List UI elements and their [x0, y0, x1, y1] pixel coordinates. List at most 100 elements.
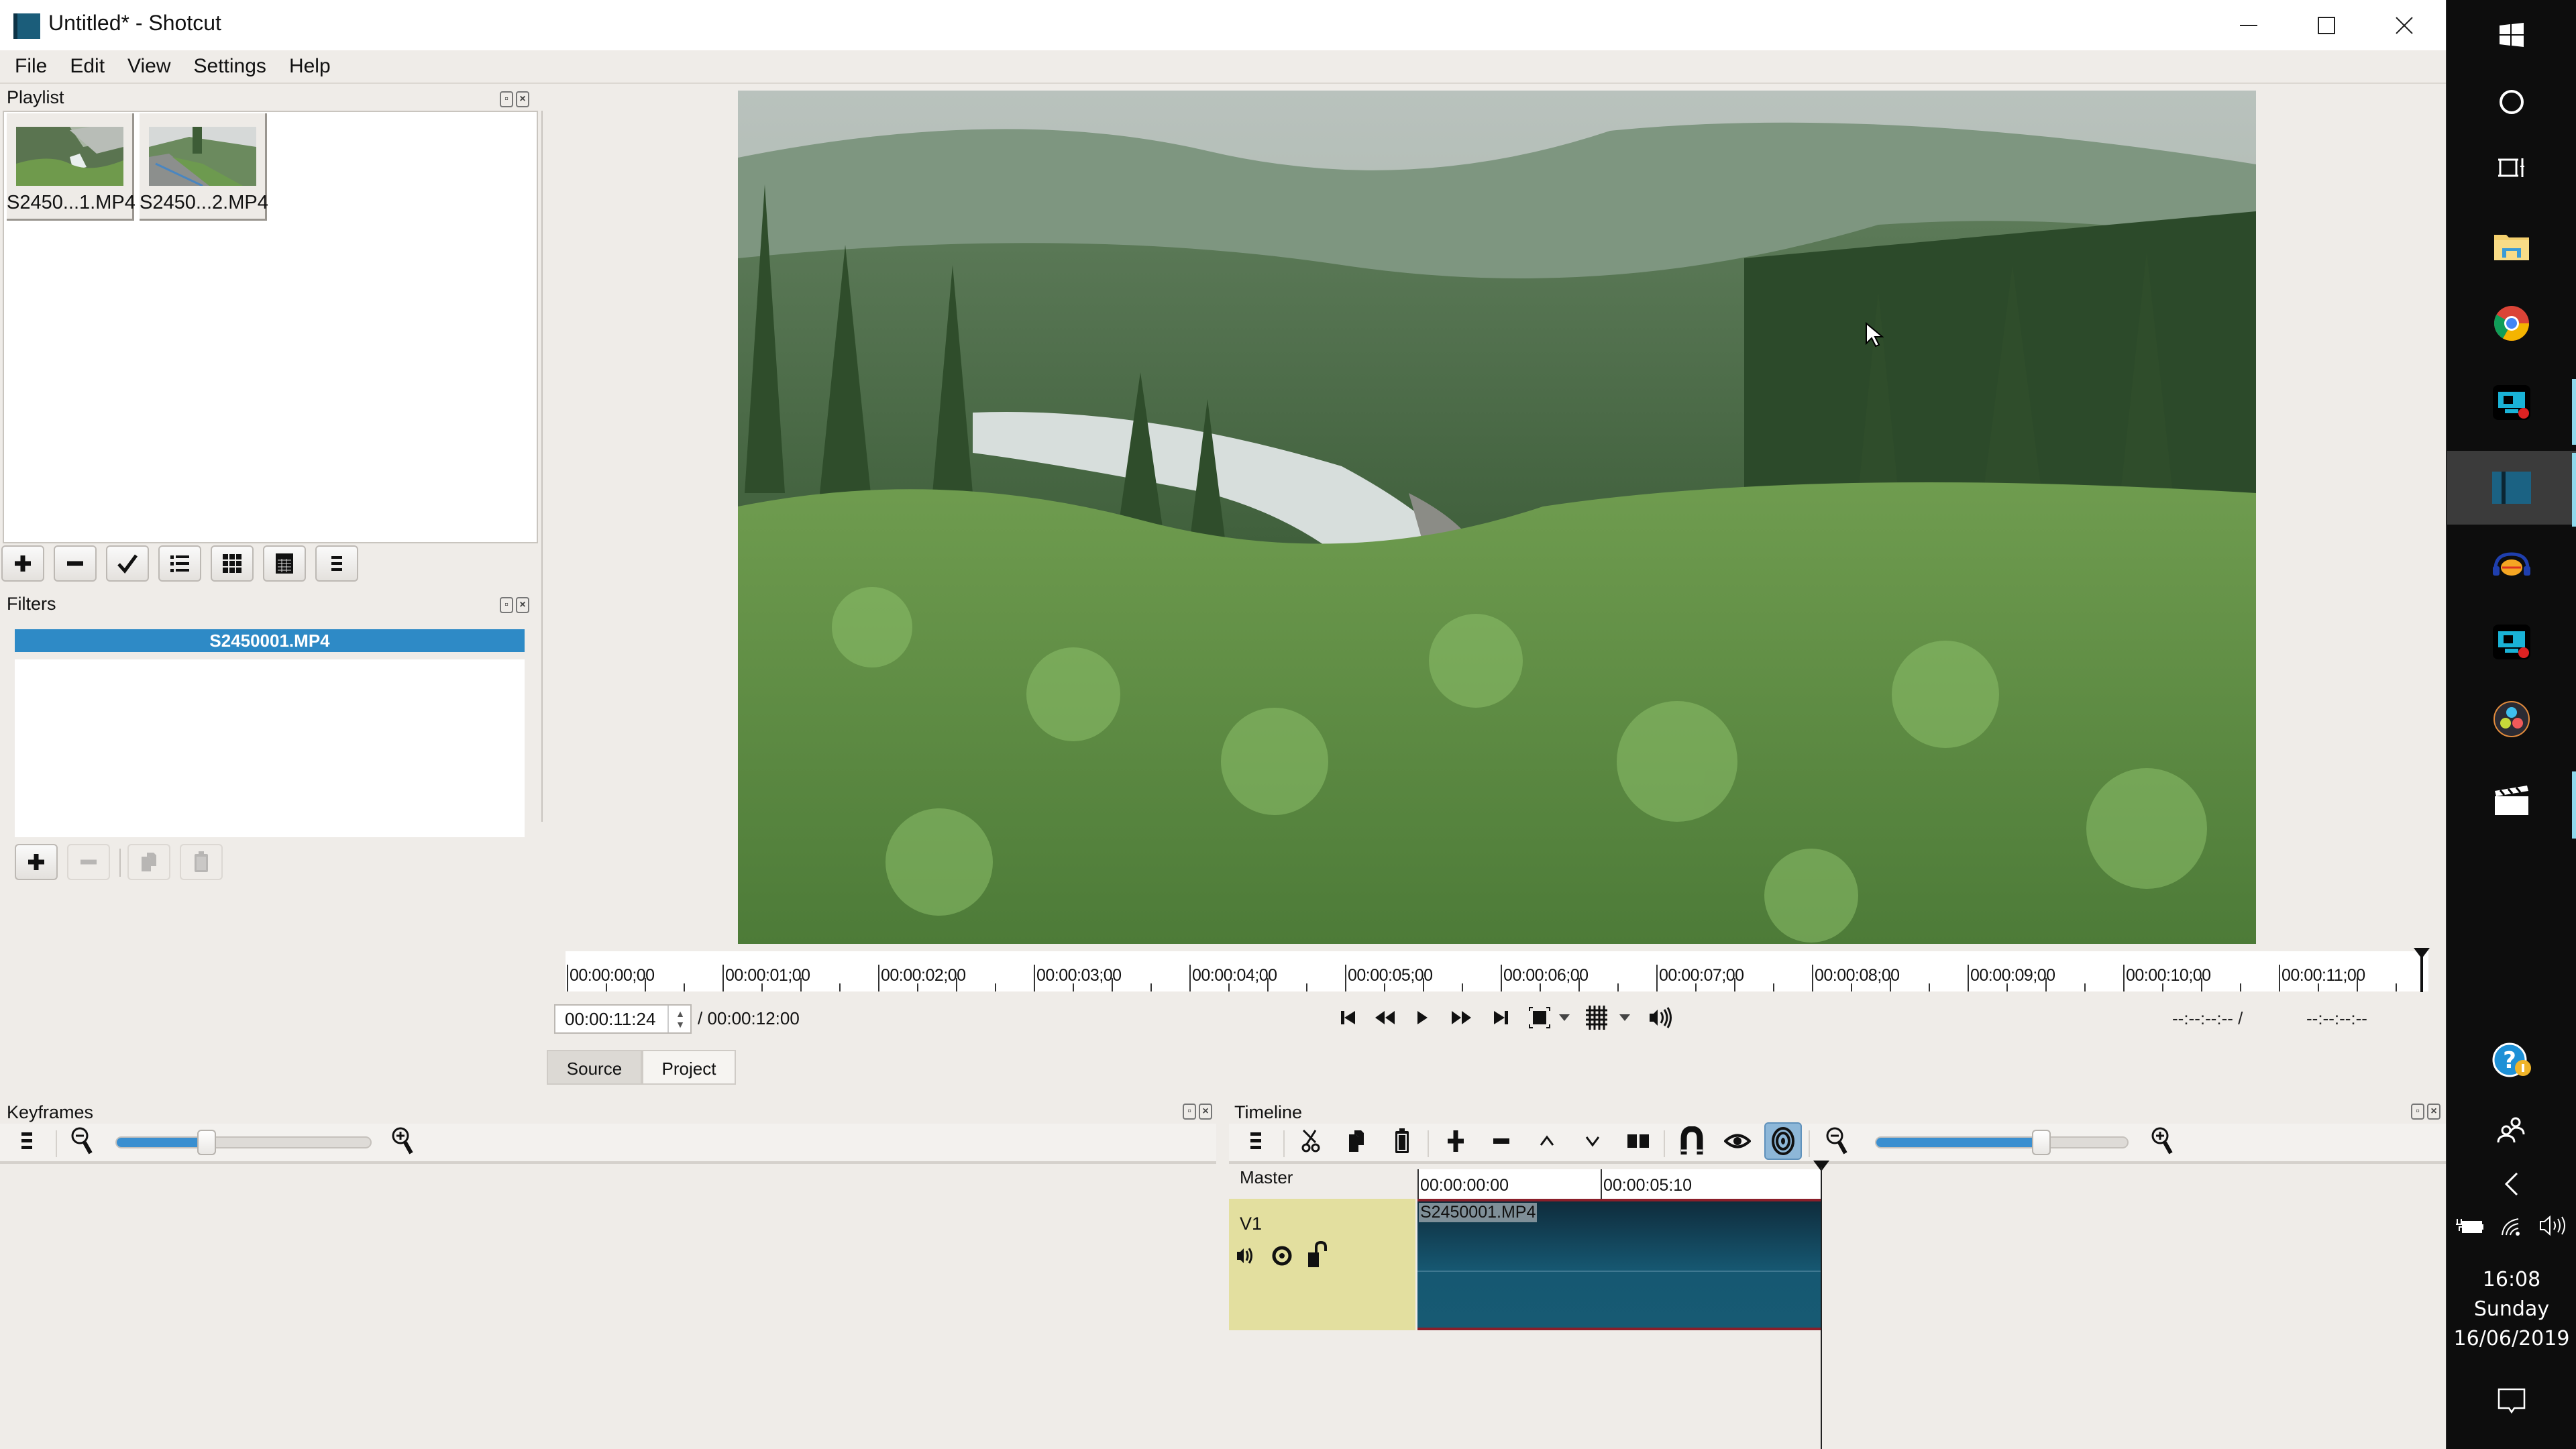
- timeline-menu-button[interactable]: [1237, 1122, 1275, 1160]
- menu-edit[interactable]: Edit: [70, 55, 105, 78]
- start-button[interactable]: [2447, 0, 2576, 70]
- filter-copy-button[interactable]: [127, 844, 170, 880]
- playlist-tiles-view-button[interactable]: [211, 545, 254, 582]
- clock-date[interactable]: 16/06/2019: [2447, 1327, 2576, 1350]
- mute-icon[interactable]: [1236, 1244, 1258, 1267]
- timeline-paste-button[interactable]: [1383, 1122, 1421, 1160]
- keyframes-zoom-slider[interactable]: [115, 1130, 372, 1155]
- close-dock-button[interactable]: ×: [2427, 1104, 2440, 1120]
- timeline-overwrite-button[interactable]: [1574, 1122, 1611, 1160]
- filter-paste-button[interactable]: [180, 844, 223, 880]
- timeline-remove-button[interactable]: [1483, 1122, 1520, 1160]
- eye-icon[interactable]: [1272, 1246, 1292, 1266]
- playlist-list[interactable]: S2450...1.MP4 S2450...2.MP4: [3, 111, 538, 543]
- skip-to-start-button[interactable]: [1335, 1004, 1362, 1031]
- close-dock-button[interactable]: ×: [516, 597, 529, 613]
- timeline-lift-button[interactable]: [1528, 1122, 1566, 1160]
- menu-help[interactable]: Help: [289, 55, 331, 78]
- playlist-add-button[interactable]: [1, 545, 44, 582]
- float-dock-button[interactable]: ▫: [2411, 1104, 2424, 1120]
- player-ruler[interactable]: 00:00:00;00 00:00:01;00 00:00:02;00 00:00:0…: [566, 951, 2428, 991]
- action-center-button[interactable]: [2447, 1367, 2576, 1434]
- task-view-button[interactable]: [2447, 133, 2576, 203]
- taskbar-screen-recorder-2[interactable]: [2447, 607, 2576, 677]
- toolbar-separator: [1428, 1130, 1429, 1157]
- tray-people[interactable]: [2447, 1100, 2576, 1161]
- taskbar-file-explorer[interactable]: [2447, 211, 2576, 281]
- tab-project[interactable]: Project: [642, 1050, 736, 1085]
- play-button[interactable]: [1409, 1004, 1436, 1031]
- player-playhead-icon[interactable]: [2412, 948, 2431, 992]
- playlist-remove-button[interactable]: [54, 545, 97, 582]
- taskbar-screen-recorder[interactable]: [2447, 368, 2576, 437]
- wifi-icon[interactable]: [2498, 1215, 2525, 1236]
- playlist-details-view-button[interactable]: [158, 545, 201, 582]
- timeline-cut-button[interactable]: [1292, 1122, 1330, 1160]
- timeline-zoom-in-button[interactable]: [2143, 1122, 2181, 1160]
- tray-help[interactable]: ?: [2447, 1026, 2576, 1093]
- volume-button[interactable]: [1647, 1004, 1674, 1031]
- spin-down-icon[interactable]: ▼: [676, 1019, 685, 1030]
- maximize-button[interactable]: [2288, 0, 2365, 50]
- timeline-copy-button[interactable]: [1338, 1122, 1375, 1160]
- menu-file[interactable]: File: [15, 55, 47, 78]
- filter-add-button[interactable]: [15, 844, 58, 880]
- timeline-snap-button[interactable]: [1673, 1122, 1711, 1160]
- keyframes-zoom-in-button[interactable]: [384, 1122, 421, 1160]
- keyframes-menu-button[interactable]: [8, 1122, 46, 1160]
- grid-button[interactable]: [1583, 1004, 1610, 1031]
- fast-forward-button[interactable]: [1448, 1004, 1474, 1031]
- video-preview[interactable]: [738, 91, 2256, 944]
- timeline-clip[interactable]: S2450001.MP4: [1417, 1199, 1821, 1330]
- tray-show-hidden[interactable]: [2447, 1154, 2576, 1214]
- filter-remove-button[interactable]: [67, 844, 110, 880]
- slider-handle[interactable]: [197, 1130, 216, 1155]
- grid-dropdown[interactable]: [1617, 1004, 1633, 1031]
- taskbar-audacity[interactable]: [2447, 530, 2576, 600]
- zoom-fit-button[interactable]: [1526, 1004, 1553, 1031]
- tab-source[interactable]: Source: [547, 1050, 642, 1085]
- unlock-icon[interactable]: [1307, 1240, 1328, 1269]
- battery-icon[interactable]: [2455, 1216, 2484, 1235]
- skip-to-end-button[interactable]: [1487, 1004, 1514, 1031]
- timeline-scrub-button[interactable]: [1719, 1122, 1756, 1160]
- filter-list[interactable]: [15, 659, 525, 837]
- close-dock-button[interactable]: ×: [1199, 1104, 1212, 1120]
- playlist-item[interactable]: S2450...2.MP4: [140, 113, 268, 221]
- playlist-item[interactable]: S2450...1.MP4: [7, 113, 136, 221]
- clock-day[interactable]: Sunday: [2447, 1297, 2576, 1321]
- playlist-menu-button[interactable]: [315, 545, 358, 582]
- dock-splitter[interactable]: [541, 111, 543, 822]
- keyframes-zoom-out-button[interactable]: [63, 1122, 101, 1160]
- time-spinner[interactable]: ▲ ▼: [667, 1006, 692, 1032]
- taskbar-chrome[interactable]: [2447, 288, 2576, 358]
- zoom-dropdown[interactable]: [1556, 1004, 1572, 1031]
- close-dock-button[interactable]: ×: [516, 91, 529, 107]
- minimize-button[interactable]: [2210, 0, 2288, 50]
- float-dock-button[interactable]: ▫: [500, 91, 513, 107]
- float-dock-button[interactable]: ▫: [500, 597, 513, 613]
- close-button[interactable]: [2365, 0, 2443, 50]
- track-header-v1[interactable]: V1: [1229, 1199, 1415, 1330]
- playlist-icons-view-button[interactable]: [263, 545, 306, 582]
- timeline-ruler[interactable]: 00:00:00:00 00:00:05:10: [1417, 1169, 1821, 1199]
- taskbar-video-editor[interactable]: [2447, 765, 2576, 835]
- menu-settings[interactable]: Settings: [194, 55, 266, 78]
- timeline-split-button[interactable]: [1619, 1122, 1657, 1160]
- cortana-button[interactable]: [2447, 67, 2576, 137]
- float-dock-button[interactable]: ▫: [1183, 1104, 1196, 1120]
- taskbar-davinci-resolve[interactable]: [2447, 684, 2576, 754]
- menu-view[interactable]: View: [127, 55, 170, 78]
- clock-time[interactable]: 16:08: [2447, 1268, 2576, 1291]
- copy-icon: [1349, 1130, 1364, 1152]
- timeline-append-button[interactable]: [1437, 1122, 1474, 1160]
- timeline-zoom-out-button[interactable]: [1818, 1122, 1856, 1160]
- timeline-ripple-button[interactable]: [1764, 1122, 1802, 1160]
- playlist-update-button[interactable]: [106, 545, 149, 582]
- speaker-icon[interactable]: [2539, 1215, 2569, 1236]
- taskbar-shotcut[interactable]: [2447, 451, 2576, 525]
- rewind-button[interactable]: [1372, 1004, 1399, 1031]
- slider-handle[interactable]: [2032, 1130, 2051, 1155]
- spin-up-icon[interactable]: ▲: [676, 1008, 685, 1019]
- timeline-zoom-slider[interactable]: [1875, 1130, 2129, 1155]
